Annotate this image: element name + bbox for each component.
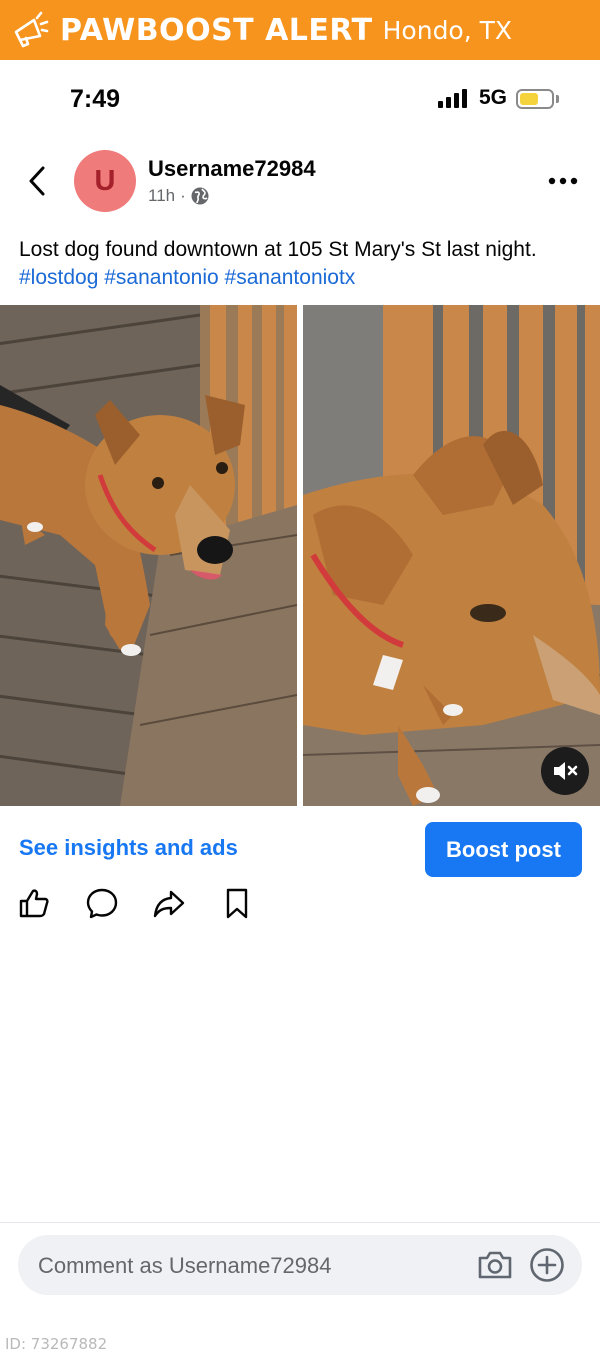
status-time: 7:49 xyxy=(70,85,121,113)
listing-id: ID: 73267882 xyxy=(5,1335,108,1353)
camera-icon xyxy=(478,1251,512,1279)
battery-cap xyxy=(556,95,559,103)
speaker-muted-icon xyxy=(554,762,578,780)
avatar-letter: U xyxy=(94,164,116,197)
comment-input[interactable]: Comment as Username72984 xyxy=(18,1235,582,1295)
boost-post-button[interactable]: Boost post xyxy=(425,822,582,877)
reaction-bar xyxy=(0,880,600,926)
plus-circle-icon xyxy=(530,1248,564,1282)
dog-photo-right[interactable] xyxy=(303,305,600,806)
save-icon[interactable] xyxy=(220,886,254,920)
comment-icon[interactable] xyxy=(85,886,119,920)
network-label: 5G xyxy=(479,86,508,109)
dog-photo-left[interactable] xyxy=(0,305,297,806)
post-time[interactable]: 11h xyxy=(148,186,175,206)
like-icon[interactable] xyxy=(17,886,51,920)
post-username[interactable]: Username72984 xyxy=(148,156,316,182)
post-header: U Username72984 11h · xyxy=(0,140,600,224)
add-attachment-button[interactable] xyxy=(528,1246,566,1284)
megaphone-icon xyxy=(8,8,52,52)
more-options-button[interactable] xyxy=(546,168,580,194)
post-text: Lost dog found downtown at 105 St Mary's… xyxy=(19,236,589,292)
globe-icon xyxy=(191,187,209,205)
battery-icon xyxy=(516,89,554,109)
hashtag-link[interactable]: #lostdog xyxy=(19,266,98,289)
see-insights-link[interactable]: See insights and ads xyxy=(19,835,238,861)
hashtag-link[interactable]: #sanantoniotx xyxy=(225,266,356,289)
meta-separator: · xyxy=(180,186,186,205)
photo-grid xyxy=(0,305,600,806)
share-icon[interactable] xyxy=(152,886,186,920)
banner-brand: PAWBOOST ALERT xyxy=(60,12,373,48)
mute-button[interactable] xyxy=(541,747,589,795)
signal-icon xyxy=(438,88,467,108)
status-bar: 7:49 5G xyxy=(0,60,600,140)
comment-divider xyxy=(0,1222,600,1223)
camera-button[interactable] xyxy=(476,1247,514,1283)
post-text-body: Lost dog found downtown at 105 St Mary's… xyxy=(19,238,537,261)
pawboost-banner: PAWBOOST ALERT Hondo, TX xyxy=(0,0,600,60)
post-meta: 11h · xyxy=(148,186,209,206)
chevron-left-icon xyxy=(29,166,45,196)
more-dots-icon xyxy=(548,177,578,185)
avatar[interactable]: U xyxy=(74,150,136,212)
hashtag-link[interactable]: #sanantonio xyxy=(104,266,218,289)
back-button[interactable] xyxy=(22,164,52,198)
comment-placeholder: Comment as Username72984 xyxy=(38,1253,332,1278)
banner-location: Hondo, TX xyxy=(382,15,513,45)
